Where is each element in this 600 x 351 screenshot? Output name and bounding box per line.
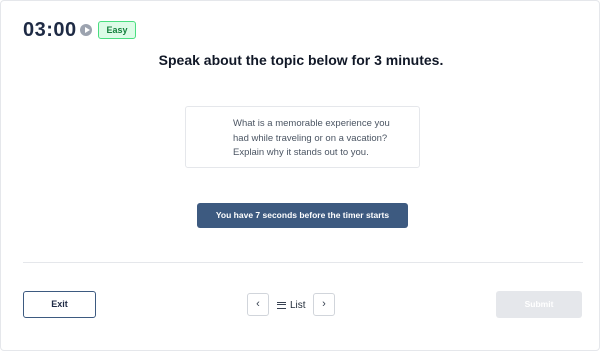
play-circle-icon[interactable] <box>80 24 92 36</box>
difficulty-badge: Easy <box>98 21 136 39</box>
list-icon <box>277 301 286 309</box>
next-question-button[interactable]: › <box>313 293 335 316</box>
countdown-timer: 03:00 <box>23 19 77 41</box>
prompt-text: What is a memorable experience you had w… <box>233 118 390 158</box>
question-list-button[interactable]: List <box>277 298 306 312</box>
timer-start-notice: You have 7 seconds before the timer star… <box>197 203 408 228</box>
prompt-card: What is a memorable experience you had w… <box>185 106 420 168</box>
previous-question-button[interactable]: ‹ <box>247 293 269 316</box>
task-instruction: Speak about the topic below for 3 minute… <box>158 52 444 68</box>
footer-divider <box>23 262 583 263</box>
submit-button[interactable]: Submit <box>496 291 582 318</box>
exit-button[interactable]: Exit <box>23 291 96 318</box>
chevron-right-icon: › <box>322 298 326 310</box>
speaking-task-page: 03:00 Easy Speak about the topic below f… <box>0 0 600 351</box>
list-label: List <box>290 299 306 311</box>
chevron-left-icon: ‹ <box>256 298 260 310</box>
